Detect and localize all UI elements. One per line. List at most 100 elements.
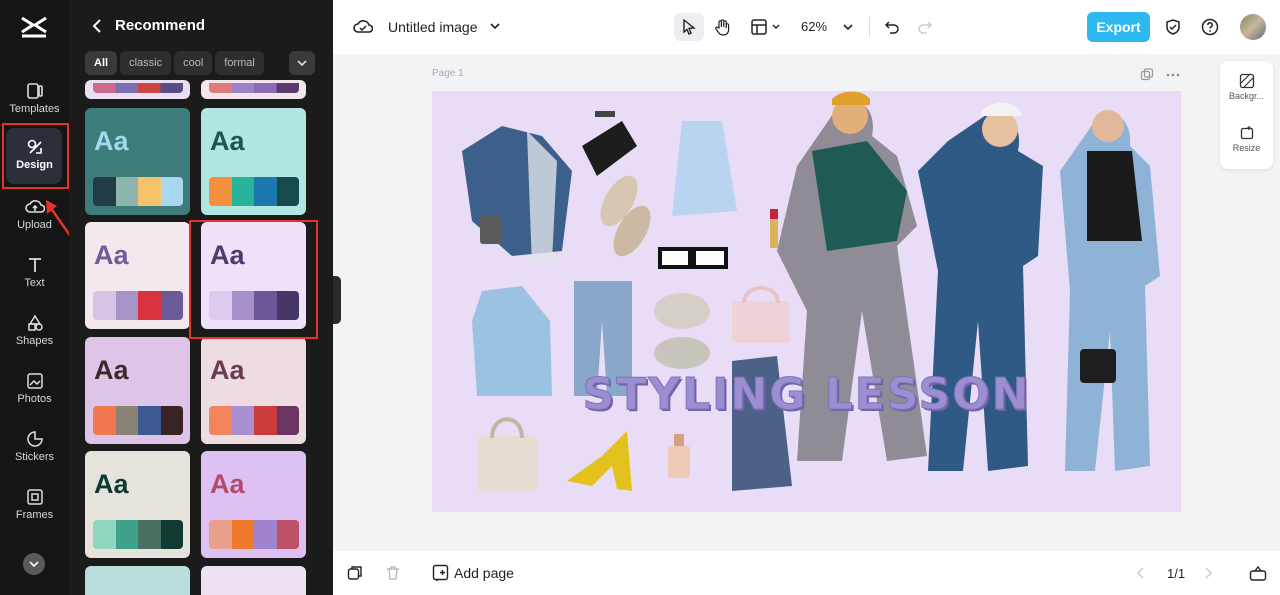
pages-panel-icon[interactable] [1249,564,1267,582]
sidebar-item-text[interactable]: Text [0,246,69,302]
sidebar-item-frames[interactable]: Frames [0,478,69,534]
chip-classic[interactable]: classic [120,51,172,75]
zoom-level[interactable]: 62% [801,19,827,34]
color-swatch [160,291,183,320]
add-page-icon[interactable] [432,564,450,582]
shield-icon[interactable] [1164,18,1182,36]
fashion-collage-image [462,91,1160,491]
cloud-sync-icon[interactable] [353,18,373,36]
palette-card[interactable]: Aa [201,337,306,444]
sidebar-item-shapes[interactable]: Shapes [0,304,69,360]
color-swatch [138,177,161,206]
divider [869,17,870,37]
color-swatch [160,520,183,549]
palette-card-partial[interactable] [85,80,190,99]
select-tool-button[interactable] [674,13,704,41]
palette-sample-text: Aa [210,126,245,156]
chevron-down-icon[interactable] [489,20,501,32]
color-swatch [231,177,254,206]
swatch-strip [209,520,299,549]
avatar[interactable] [1240,14,1266,40]
panel-resize-handle[interactable] [333,276,341,324]
cursor-icon [683,19,696,35]
collapse-menu-button[interactable] [23,553,45,575]
palette-card[interactable]: Aa [85,222,190,329]
color-swatch [276,177,299,206]
color-swatch [93,406,116,435]
palette-card[interactable]: Aa [201,108,306,215]
palette-card[interactable]: Aa [85,451,190,558]
design-canvas[interactable]: STYLING LESSON [432,91,1181,512]
swatch-strip [93,291,183,320]
export-button[interactable]: Export [1087,12,1150,42]
left-rail: Templates Design Upload Text Shapes Phot… [0,0,78,595]
chip-cool[interactable]: cool [174,51,213,75]
add-page-button[interactable]: Add page [454,565,514,581]
palette-sample-text: Aa [94,469,129,499]
filter-chips: All classic cool formal [85,51,267,75]
duplicate-icon[interactable] [347,565,363,581]
layout-icon[interactable] [750,18,768,36]
color-swatch [93,291,116,320]
palette-card-partial[interactable] [201,566,306,595]
back-icon[interactable] [91,18,103,34]
palette-card-partial[interactable] [85,566,190,595]
chevron-down-icon [297,60,307,67]
color-swatch [138,520,161,549]
sidebar-item-label: Photos [17,393,52,405]
blue-top [672,121,737,216]
swatch-strip [93,177,183,206]
more-icon[interactable] [1166,68,1180,82]
sidebar-item-label: Templates [9,103,60,115]
chevron-left-icon[interactable] [1135,566,1147,580]
chevron-down-icon[interactable] [771,22,781,32]
sidebar-item-photos[interactable]: Photos [0,362,69,418]
capcut-logo[interactable] [19,14,49,40]
hand-icon[interactable] [714,18,732,36]
wallet [582,121,637,176]
color-swatch [93,177,116,206]
bottom-toolbar: Add page 1/1 [333,551,1280,595]
palette-card[interactable]: Aa [201,451,306,558]
canvas-headline[interactable]: STYLING LESSON [432,369,1181,421]
redo-icon[interactable] [917,19,933,35]
more-filters-button[interactable] [289,51,315,75]
chip-formal[interactable]: formal [215,51,264,75]
sidebar-item-label: Frames [15,509,54,521]
palette-sample-text: Aa [210,469,245,499]
palette-card[interactable]: Aa [85,108,190,215]
top-toolbar: Untitled image 62% Export [333,0,1280,54]
chevron-right-icon[interactable] [1202,566,1214,580]
background-icon [1239,73,1254,89]
palette-sample-text: Aa [94,355,129,385]
help-icon[interactable] [1201,18,1219,36]
background-label: Backgr... [1228,91,1264,101]
duplicate-page-icon[interactable] [1140,68,1154,82]
sidebar-item-stickers[interactable]: Stickers [0,420,69,476]
panel-title: Recommend [115,17,206,34]
chip-all[interactable]: All [85,51,118,75]
color-swatch [138,291,161,320]
palette-sample-text: Aa [210,355,245,385]
palette-card[interactable]: Aa [85,337,190,444]
sidebar-item-templates[interactable]: Templates [0,72,69,128]
document-title[interactable]: Untitled image [388,19,478,35]
palette-card-partial[interactable] [201,80,306,99]
swatch-strip [93,520,183,549]
frames-icon [26,489,43,505]
resize-icon [1240,126,1253,140]
page-indicator: 1/1 [1167,566,1186,581]
chevron-down-icon[interactable] [842,21,854,33]
resize-label: Resize [1232,143,1261,153]
resize-button[interactable]: Resize [1220,125,1273,153]
swatch-strip [93,83,183,93]
trash-icon[interactable] [385,565,401,581]
canvas-side-tools: Backgr... Resize [1220,61,1273,169]
color-swatch [209,177,232,206]
page-label: Page 1 [432,68,464,79]
background-button[interactable]: Backgr... [1220,73,1273,101]
text-icon [28,258,41,272]
undo-icon[interactable] [884,19,900,35]
sidebar-item-label: Stickers [14,451,55,463]
swatch-strip [209,177,299,206]
